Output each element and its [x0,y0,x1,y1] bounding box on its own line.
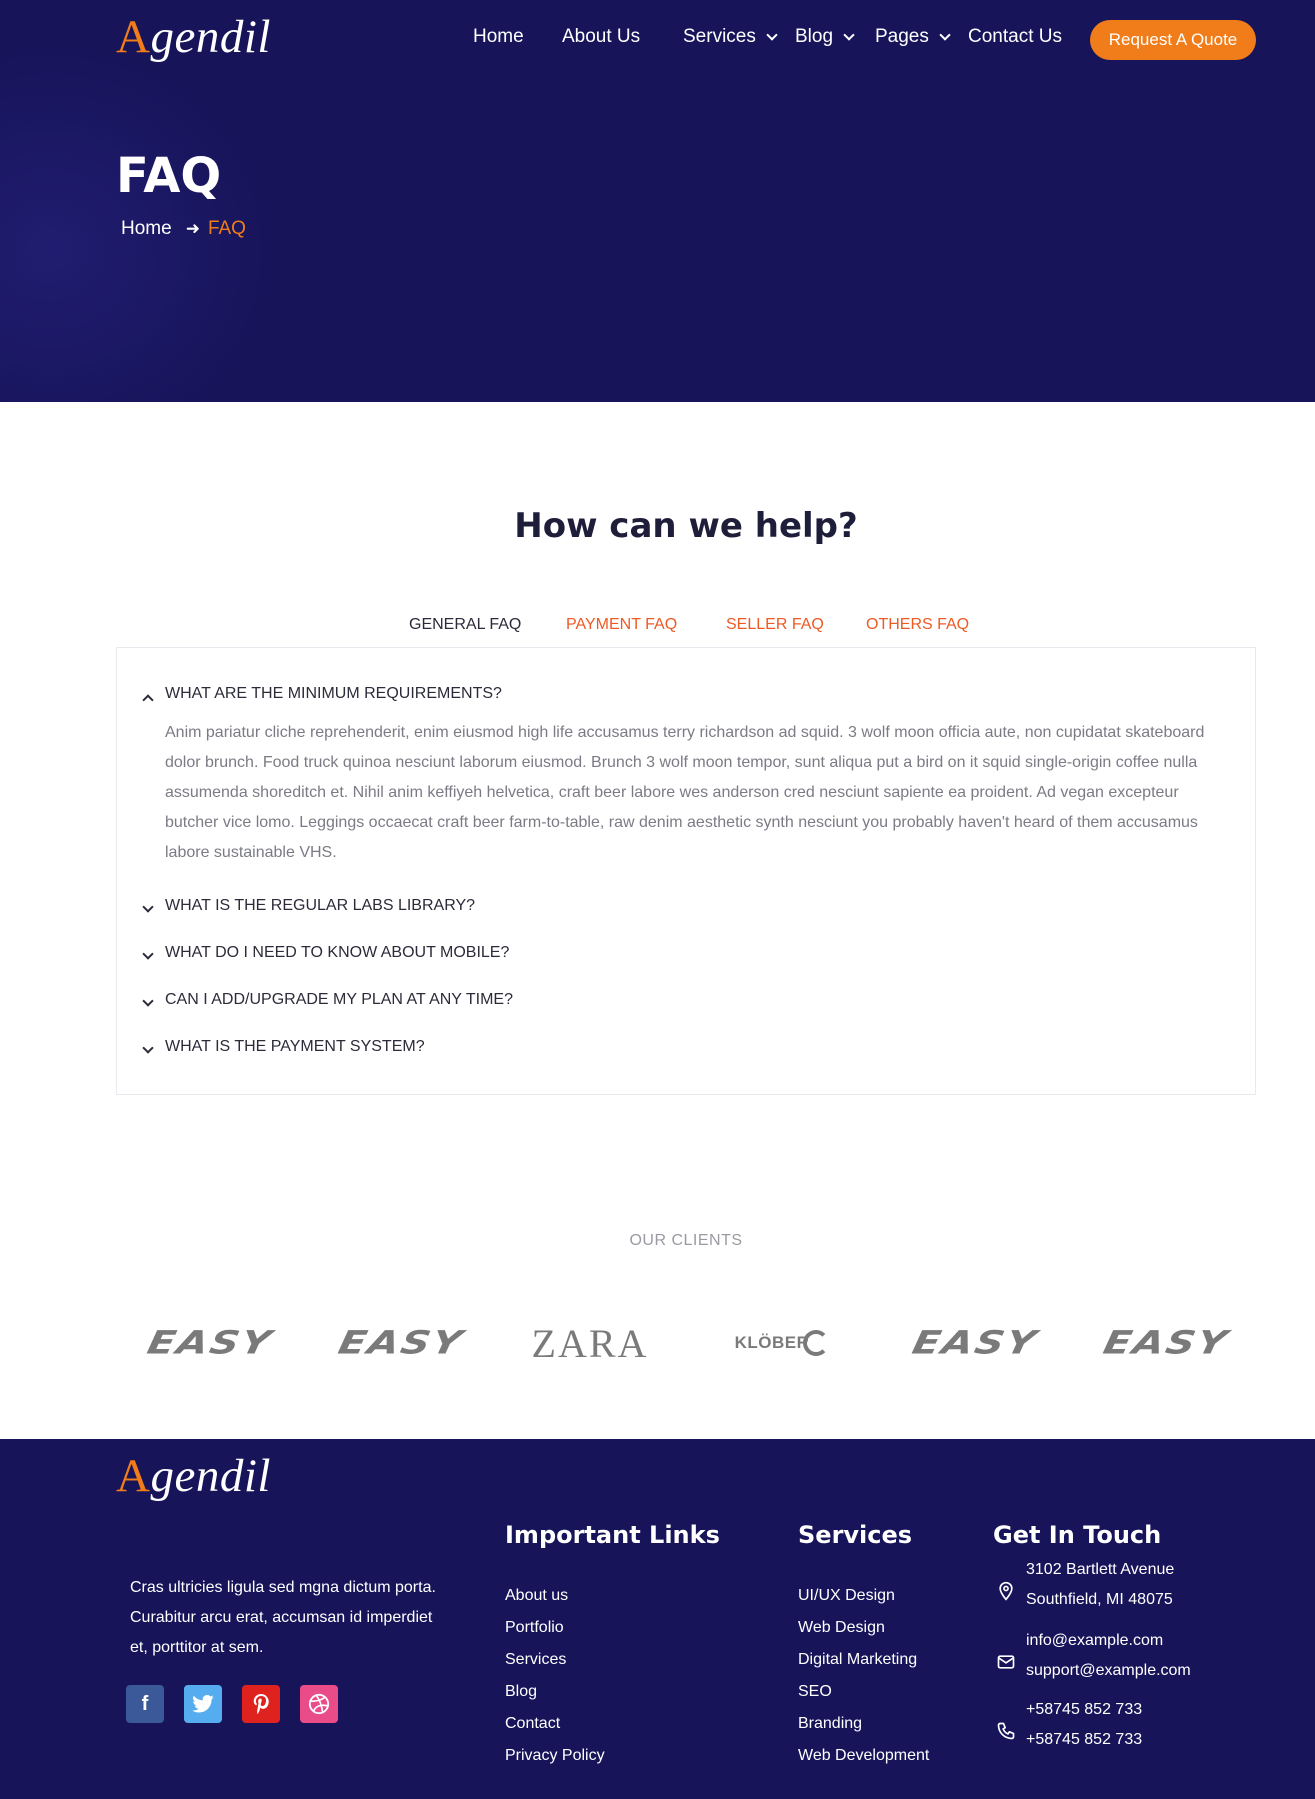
services-title: Services [798,1521,913,1549]
chevron-down-icon [142,948,154,960]
nav-contact-us[interactable]: Contact Us [968,26,1062,48]
nav-about-us[interactable]: About Us [562,26,640,48]
nav-blog[interactable]: Blog [795,26,855,48]
page-title: FAQ [116,148,222,204]
contact-phone-2[interactable]: +58745 852 733 [1026,1725,1142,1755]
hero-banner: Agendil Home About Us Services Blog Page… [0,0,1315,402]
site-logo[interactable]: Agendil [116,10,271,64]
facebook-icon[interactable]: f [126,1685,164,1723]
footer-service-branding[interactable]: Branding [798,1715,862,1733]
footer-link-privacy-policy[interactable]: Privacy Policy [505,1747,605,1765]
phone-icon [997,1722,1015,1740]
client-logo-easy: EASY [335,1324,467,1362]
klober-ring-icon [803,1330,830,1356]
contact-phone-1[interactable]: +58745 852 733 [1026,1695,1142,1725]
client-logo-easy: EASY [144,1324,276,1362]
footer-description: Cras ultricies ligula sed mgna dictum po… [130,1579,436,1656]
chevron-down-icon [142,1042,154,1054]
tab-general-faq[interactable]: GENERAL FAQ [409,616,521,634]
client-logo-klober: KLÖBER [692,1320,872,1366]
breadcrumb-current: FAQ [207,218,246,239]
footer-service-web-development[interactable]: Web Development [798,1747,929,1765]
get-in-touch-title: Get In Touch [993,1521,1162,1549]
pinterest-icon[interactable] [242,1685,280,1723]
arrow-right-icon: ➜ [185,219,200,238]
tab-seller-faq[interactable]: SELLER FAQ [726,616,824,634]
dribbble-icon[interactable] [300,1685,338,1723]
nav-pages[interactable]: Pages [875,26,951,48]
contact-email-1[interactable]: info@example.com [1026,1626,1163,1656]
chevron-down-icon [939,29,951,41]
faq-heading: How can we help? [514,506,858,546]
breadcrumb: Home ➜ FAQ [121,218,246,240]
clients-heading: OUR CLIENTS [629,1232,743,1249]
chevron-down-icon [142,901,154,913]
footer-service-web-design[interactable]: Web Design [798,1619,885,1637]
chevron-up-icon [142,694,154,706]
client-logo-easy: EASY [909,1324,1041,1362]
contact-address-line-2: Southfield, MI 48075 [1026,1591,1173,1608]
location-pin-icon [999,1581,1013,1601]
nav-home[interactable]: Home [473,26,524,48]
footer-link-about-us[interactable]: About us [505,1587,568,1605]
footer-link-blog[interactable]: Blog [505,1683,537,1701]
client-logo-zara: ZARA [531,1320,649,1366]
chevron-down-icon [843,29,855,41]
client-logo-easy: EASY [1100,1324,1232,1362]
breadcrumb-home-link[interactable]: Home [121,218,172,240]
site-footer: Agendil Cras ultricies ligula sed mgna d… [0,1439,1315,1799]
request-quote-button[interactable]: Request A Quote [1090,20,1256,60]
important-links-title: Important Links [505,1521,720,1549]
contact-email-2[interactable]: support@example.com [1026,1656,1191,1686]
footer-service-ui-ux-design[interactable]: UI/UX Design [798,1587,895,1605]
chevron-down-icon [142,995,154,1007]
footer-service-digital-marketing[interactable]: Digital Marketing [798,1651,917,1669]
envelope-icon [997,1655,1015,1669]
faq-answer-1: Anim pariatur cliche reprehenderit, enim… [165,724,1205,861]
footer-link-contact[interactable]: Contact [505,1715,560,1733]
chevron-down-icon [766,29,778,41]
faq-tabs: GENERAL FAQ PAYMENT FAQ SELLER FAQ OTHER… [0,616,1315,640]
footer-logo[interactable]: Agendil [116,1449,271,1503]
faq-accordion: WHAT ARE THE MINIMUM REQUIREMENTS? Anim … [116,647,1256,1095]
footer-service-seo[interactable]: SEO [798,1683,832,1701]
nav-services[interactable]: Services [683,26,778,48]
tab-payment-faq[interactable]: PAYMENT FAQ [566,616,677,634]
footer-link-services[interactable]: Services [505,1651,566,1669]
twitter-icon[interactable] [184,1685,222,1723]
contact-address-line-1: 3102 Bartlett Avenue [1026,1561,1175,1578]
tab-others-faq[interactable]: OTHERS FAQ [866,616,969,634]
footer-link-portfolio[interactable]: Portfolio [505,1619,564,1637]
